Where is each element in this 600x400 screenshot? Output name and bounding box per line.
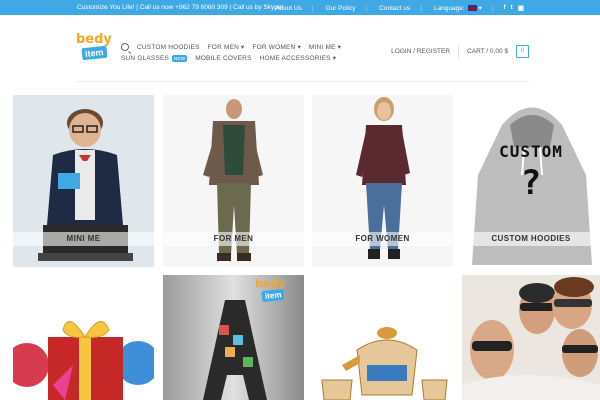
category-tile-for-women[interactable]: FOR WOMEN (312, 95, 453, 267)
nav-for-women[interactable]: FOR WOMEN ▾ (252, 43, 300, 51)
nav-home-accessories[interactable]: HOME ACCESSORIES ▾ (260, 54, 337, 62)
tile-label-for-men: FOR MEN (163, 232, 304, 246)
instagram-icon[interactable]: ▣ (518, 4, 524, 12)
tile-label-mini-me: MINI ME (13, 232, 154, 246)
hoodie-print-custom: CUSTOM (499, 142, 563, 161)
account-area: LOGIN / REGISTER CART / 0,00 $ 0 (391, 45, 529, 58)
site-logo[interactable]: bedy item (76, 32, 112, 70)
uk-flag-icon (467, 5, 477, 12)
nav-custom-hoodies[interactable]: CUSTOM HOODIES (137, 44, 200, 51)
language-label: Language: (433, 5, 465, 12)
tile-logo-bedy: bedy (255, 277, 286, 290)
top-bar: Customize You Life! | Call us now +962 7… (0, 0, 600, 15)
language-selector[interactable]: Language: ▾ (434, 4, 482, 12)
tile-label-custom-hoodies: CUSTOM HOODIES (462, 232, 600, 246)
nav-sun-glasses[interactable]: SUN GLASSES (121, 55, 169, 62)
category-tile-custom-hoodies[interactable]: CUSTOM ? CUSTOM HOODIES (462, 95, 600, 267)
facebook-icon[interactable]: f (504, 4, 506, 12)
category-tile-gifts[interactable] (13, 275, 154, 400)
logo-text-bedy: bedy (76, 32, 112, 47)
about-us-link[interactable]: About Us (275, 5, 302, 12)
nav-mini-me[interactable]: MINI ME ▾ (309, 43, 341, 51)
gift-box-image (13, 275, 154, 400)
category-tile-for-men[interactable]: FOR MEN (163, 95, 304, 267)
twitter-icon[interactable]: t (511, 4, 513, 12)
category-tile-sun-glasses[interactable] (462, 275, 600, 400)
nav-mobile-covers[interactable]: MOBILE COVERS (195, 55, 251, 62)
tile-label-for-women: FOR WOMEN (312, 232, 453, 246)
site-header: bedy item CUSTOM HOODIES FOR MEN ▾ FOR W… (0, 15, 600, 81)
our-policy-link[interactable]: Our Policy (326, 5, 356, 12)
divider (458, 45, 460, 58)
main-nav-row-1: CUSTOM HOODIES FOR MEN ▾ FOR WOMEN ▾ MIN… (121, 43, 349, 51)
contact-info: Customize You Life! | Call us now +962 7… (77, 4, 284, 11)
main-nav-row-2: SUN GLASSES NEW MOBILE COVERS HOME ACCES… (121, 54, 344, 62)
sunglasses-models-image (462, 275, 600, 400)
divider: | (365, 4, 368, 12)
logo-text-item: item (81, 45, 108, 61)
tea-set-image (312, 275, 453, 400)
divider: | (491, 4, 494, 12)
search-icon[interactable] (121, 43, 129, 51)
new-badge: NEW (172, 54, 188, 62)
category-tile-home-accessories[interactable] (312, 275, 453, 400)
hoodie-print-question: ? (520, 163, 542, 203)
top-links: About Us | Our Policy | Contact us | Lan… (263, 4, 524, 12)
contact-us-link[interactable]: Contact us (379, 5, 410, 12)
login-register-link[interactable]: LOGIN / REGISTER (391, 48, 450, 55)
social-links: f t ▣ (504, 4, 525, 12)
nav-for-men[interactable]: FOR MEN ▾ (208, 43, 245, 51)
header-divider (76, 81, 529, 82)
divider: | (311, 4, 314, 12)
cart-count-icon[interactable]: 0 (516, 45, 529, 58)
divider: | (420, 4, 422, 12)
category-tile-mini-me[interactable]: MINI ME (13, 95, 154, 267)
tile-logo-item: item (261, 288, 285, 303)
cart-link[interactable]: CART / 0,00 $ (467, 48, 508, 55)
category-tile-photo-letter[interactable]: bedy item (163, 275, 304, 400)
